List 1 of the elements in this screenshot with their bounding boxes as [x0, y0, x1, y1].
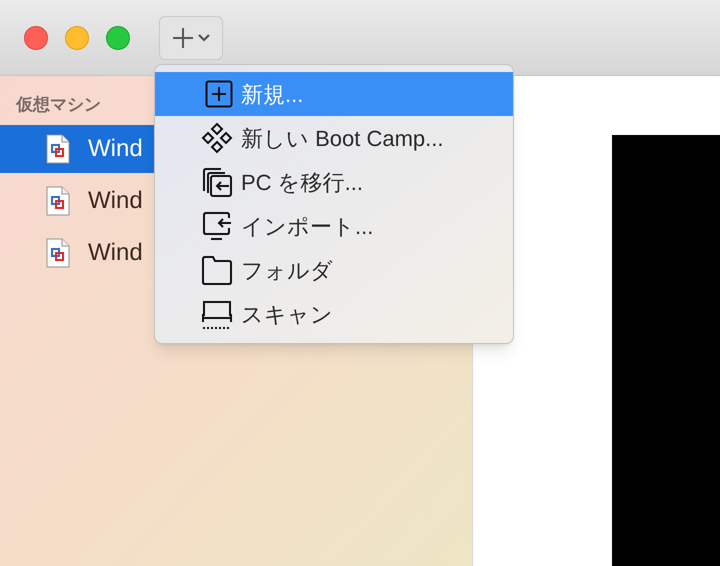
sidebar-header: 仮想マシン [16, 95, 101, 114]
